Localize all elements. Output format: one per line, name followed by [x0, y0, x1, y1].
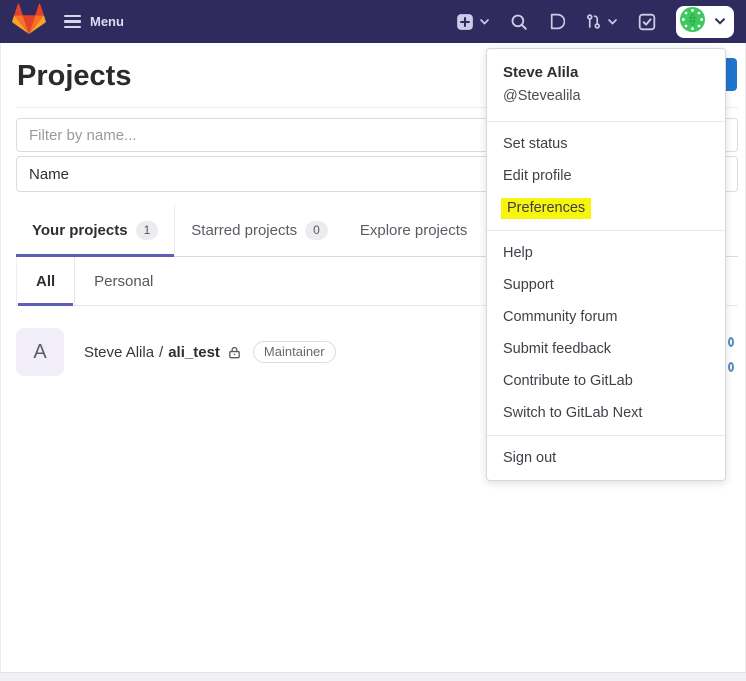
user-avatar	[679, 6, 706, 38]
project-stat-fragment	[728, 362, 734, 372]
menu-divider	[487, 230, 725, 231]
namespace-separator: /	[159, 343, 164, 361]
chevron-down-icon	[607, 18, 618, 26]
menu-divider	[487, 121, 725, 122]
menu-item-label: Set status	[503, 136, 568, 152]
tab-count-badge: 1	[135, 221, 159, 240]
chevron-down-icon	[714, 13, 726, 31]
project-namespace: Steve Alila	[84, 343, 155, 361]
menu-item-contribute-to-gitlab[interactable]: Contribute to GitLab	[487, 365, 725, 397]
menu-item-label: Edit profile	[503, 168, 572, 184]
page-title: Projects	[17, 60, 132, 92]
tab-count-badge: 0	[305, 221, 328, 240]
menu-item-label: Switch to GitLab Next	[503, 405, 643, 421]
user-username: @Stevealila	[503, 88, 581, 104]
menu-item-label: Help	[503, 245, 533, 261]
search-button[interactable]	[510, 13, 528, 31]
menu-item-label: Submit feedback	[503, 341, 612, 357]
new-item-dropdown-button[interactable]	[456, 13, 490, 31]
user-menu-group-session: Sign out	[487, 442, 725, 474]
sort-dropdown-value: Name	[29, 165, 70, 183]
tab-label: Starred projects	[191, 222, 298, 239]
subtab-all[interactable]: All	[16, 257, 76, 306]
gitlab-logo[interactable]	[8, 3, 50, 41]
menu-item-preferences[interactable]: Preferences	[487, 192, 725, 224]
search-icon	[510, 13, 528, 31]
tab-your-projects[interactable]: Your projects 1	[16, 205, 176, 257]
menu-item-edit-profile[interactable]: Edit profile	[487, 160, 725, 192]
todos-button[interactable]	[638, 13, 656, 31]
project-stat-fragment	[728, 337, 734, 347]
project-list-item[interactable]: A Steve Alila / ali_test Maintainer	[16, 328, 336, 376]
new-plus-icon	[456, 13, 474, 31]
menu-button-label: Menu	[90, 14, 124, 29]
user-full-name: Steve Alila	[503, 64, 579, 81]
merge-request-icon	[585, 13, 602, 30]
sidebar-menu-button[interactable]: Menu	[64, 14, 124, 29]
todo-check-icon	[638, 13, 656, 31]
menu-item-set-status[interactable]: Set status	[487, 128, 725, 160]
menu-item-support[interactable]: Support	[487, 269, 725, 301]
menu-item-label: Support	[503, 277, 554, 293]
merge-requests-dropdown-button[interactable]	[585, 13, 618, 30]
window-bottom-edge	[0, 672, 746, 681]
tab-starred-projects[interactable]: Starred projects 0	[175, 205, 344, 256]
navbar-actions	[456, 0, 734, 43]
private-lock-icon	[227, 345, 242, 360]
menu-item-sign-out[interactable]: Sign out	[487, 442, 725, 474]
hamburger-menu-icon	[64, 14, 81, 29]
preferences-highlight: Preferences	[501, 198, 592, 219]
user-menu-button[interactable]	[676, 5, 734, 38]
menu-item-help[interactable]: Help	[487, 237, 725, 269]
top-navbar: Menu	[0, 0, 746, 43]
menu-item-switch-to-gitlab-next[interactable]: Switch to GitLab Next	[487, 397, 725, 429]
user-dropdown-menu: Steve Alila @Stevealila Set status Edit …	[486, 48, 726, 481]
user-menu-header: Steve Alila @Stevealila	[487, 49, 725, 115]
chevron-down-icon	[479, 18, 490, 26]
tab-explore-projects[interactable]: Explore projects	[344, 205, 484, 256]
menu-item-submit-feedback[interactable]: Submit feedback	[487, 333, 725, 365]
menu-item-label: Community forum	[503, 309, 618, 325]
issues-icon	[548, 13, 565, 30]
menu-item-community-forum[interactable]: Community forum	[487, 301, 725, 333]
subtab-personal[interactable]: Personal	[75, 257, 172, 305]
project-name: ali_test	[168, 343, 220, 361]
subtab-label: All	[36, 272, 56, 290]
gitlab-window: Menu Projects Filter by name... Name You…	[0, 0, 746, 681]
user-menu-group-profile: Set status Edit profile Preferences	[487, 128, 725, 224]
user-menu-group-help: Help Support Community forum Submit feed…	[487, 237, 725, 429]
menu-item-label: Sign out	[503, 450, 557, 466]
menu-divider	[487, 435, 725, 436]
menu-item-label: Contribute to GitLab	[503, 373, 633, 389]
tab-label: Explore projects	[359, 222, 468, 239]
tab-label: Your projects	[32, 222, 128, 239]
issues-button[interactable]	[548, 13, 565, 30]
project-title-link[interactable]: Steve Alila / ali_test	[84, 344, 220, 361]
gitlab-tanuki-icon	[12, 3, 46, 40]
subtab-label: Personal	[94, 272, 154, 290]
role-badge: Maintainer	[252, 341, 336, 363]
project-avatar[interactable]: A	[16, 328, 64, 376]
